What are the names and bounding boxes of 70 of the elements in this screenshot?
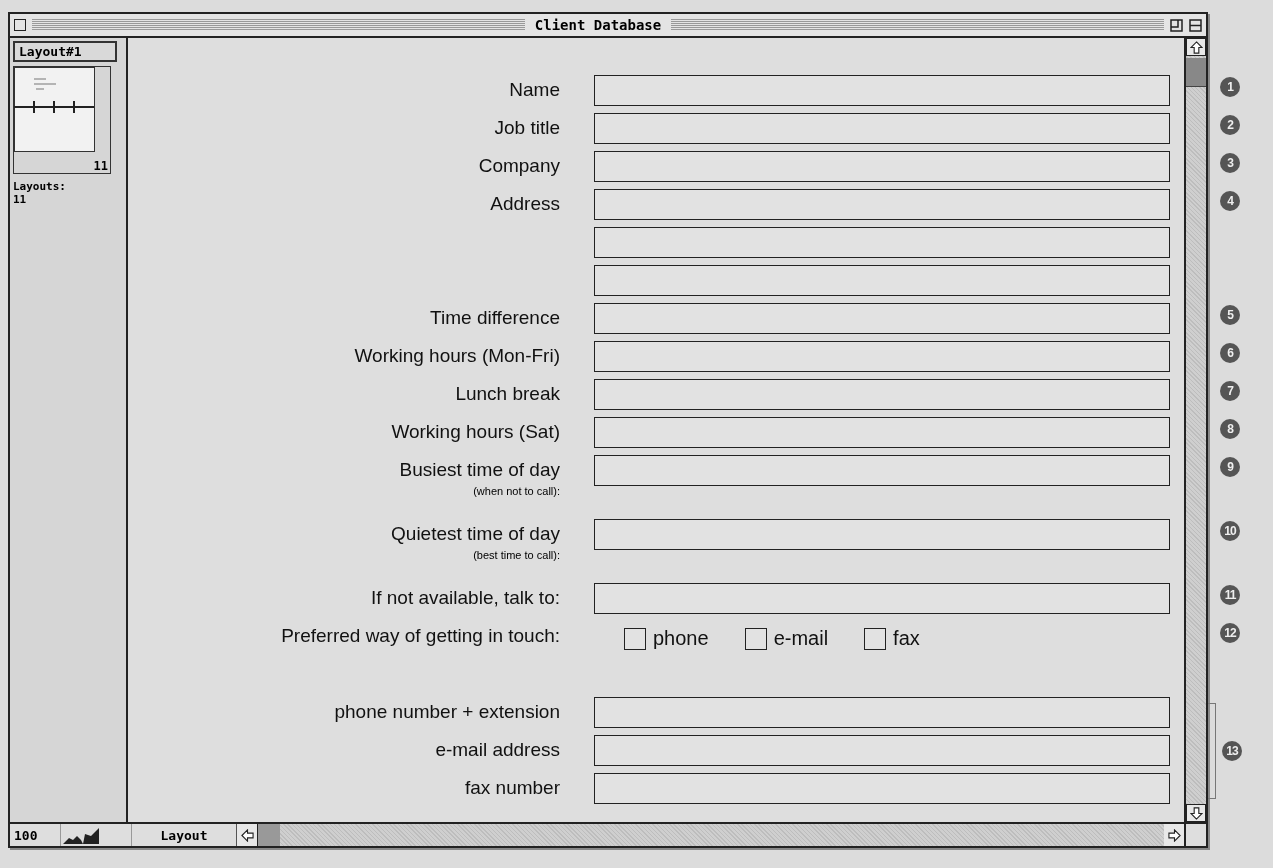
field-label: Preferred way of getting in touch: [281,625,560,647]
checkbox-option[interactable]: e-mail [744,627,829,650]
callout-number: 11 [1220,585,1240,605]
callout-number: 9 [1220,457,1240,477]
checkbox-option[interactable]: phone [624,627,709,650]
field-label: fax number [464,777,560,799]
input-field[interactable] [594,265,1170,296]
field-note: (best time to call): [473,549,560,561]
input-field[interactable] [594,519,1170,550]
zoom-box-icon[interactable] [1170,18,1183,32]
zoom-mountains-icon[interactable] [61,826,101,844]
input-field[interactable] [594,773,1170,804]
close-box[interactable] [14,19,26,31]
field-label: Name [509,79,560,101]
callout-number: 3 [1220,153,1240,173]
callout-number: 7 [1220,381,1240,401]
left-arrow-icon[interactable] [240,828,254,842]
field-label: Time difference [430,307,560,329]
input-field[interactable] [594,735,1170,766]
vertical-scrollbar[interactable] [1184,38,1206,822]
window-title: Client Database [533,17,663,33]
horizontal-scrollbar[interactable] [258,824,1164,846]
field-label: Address [490,193,560,215]
callout-number: 6 [1220,343,1240,363]
input-field[interactable] [594,583,1170,614]
field-label: e-mail address [435,739,560,761]
callout-number: 1 [1220,77,1240,97]
checkbox-option[interactable]: fax [864,627,920,650]
callout-number: 5 [1220,305,1240,325]
input-field[interactable] [594,417,1170,448]
field-label: If not available, talk to: [370,587,560,609]
layout-tab[interactable]: Layout#1 [13,41,117,62]
field-label: Company [478,155,560,177]
callout-number: 2 [1220,115,1240,135]
page-count: 11 [92,159,109,173]
input-field[interactable] [594,113,1170,144]
checkbox[interactable] [624,627,646,650]
input-field[interactable] [594,151,1170,182]
input-field[interactable] [594,379,1170,410]
collapse-box-icon[interactable] [1189,18,1202,32]
input-field[interactable] [594,455,1170,486]
checkbox[interactable] [744,627,767,650]
input-field[interactable] [594,303,1170,334]
callout-number: 10 [1220,521,1240,541]
field-label: Lunch break [455,383,560,405]
callout-number: 13 [1222,741,1242,761]
right-arrow-icon[interactable] [1167,828,1181,842]
input-field[interactable] [594,227,1170,258]
field-label: Working hours (Sat) [391,421,560,443]
field-note: (when not to call): [473,485,560,497]
callout-number: 12 [1220,623,1240,643]
up-arrow-icon[interactable] [1189,40,1203,54]
down-arrow-icon[interactable] [1189,806,1203,820]
field-label: phone number + extension [334,701,560,723]
zoom-level[interactable]: 100 [10,824,61,846]
layout-thumbnail-frame[interactable]: 11 [13,66,111,174]
input-field[interactable] [594,341,1170,372]
checkbox[interactable] [864,627,887,650]
field-label: Busiest time of day [399,459,560,481]
layouts-count: 11 [13,193,27,206]
callout-number: 8 [1220,419,1240,439]
layouts-label: Layouts: [13,180,66,193]
field-label: Job title [494,117,560,139]
input-field[interactable] [594,75,1170,106]
callout-number: 4 [1220,191,1240,211]
scroll-thumb[interactable] [1186,58,1206,87]
input-field[interactable] [594,697,1170,728]
input-field[interactable] [594,189,1170,220]
field-label: Quietest time of day [391,523,560,545]
field-label: Working hours (Mon-Fri) [354,345,560,367]
